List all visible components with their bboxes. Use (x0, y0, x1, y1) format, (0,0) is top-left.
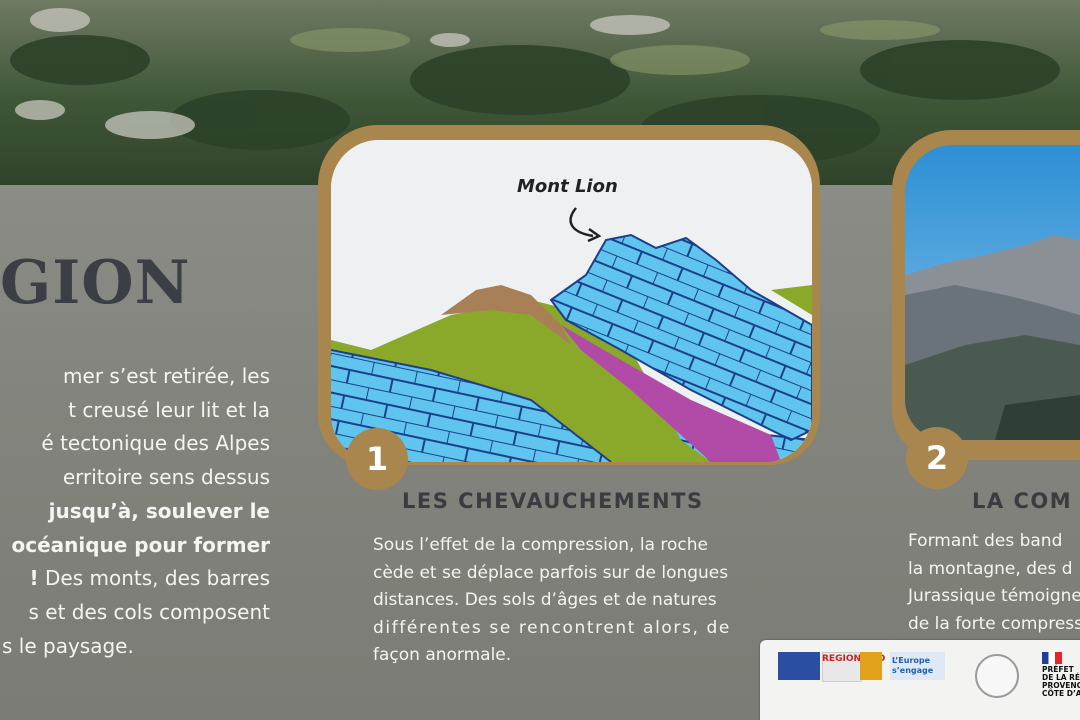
section-2-text: Formant des band la montagne, des d Jura… (908, 528, 1080, 638)
text-line: différentes se rencontrent alors, de (373, 617, 731, 638)
mountain-image (905, 145, 1080, 440)
section-1-title: LES CHEVAUCHEMENTS (402, 489, 704, 513)
french-flag-icon (1042, 652, 1062, 664)
text-fragment: Des monts, des barres (45, 566, 270, 591)
text-line: mer s’est retirée, les (63, 364, 270, 388)
text-line-bold: océanique pour former (11, 532, 270, 557)
exclamation: ! (29, 566, 39, 591)
text-line: erritoire sens dessus (62, 465, 270, 490)
section-1-text: Sous l’effet de la compression, la roche… (373, 532, 731, 670)
text-line: de la forte compress (908, 613, 1080, 634)
text-line: la montagne, des d (908, 558, 1073, 579)
text-line: é tectonique des Alpes (41, 431, 270, 456)
section-2-title: LA COM (972, 489, 1073, 513)
sponsor-logos-strip: REGION SUD L’Europe s’engage PRÉFET DE L… (760, 640, 1080, 720)
text-line: distances. Des sols d’âges et de natures (373, 590, 717, 610)
seal-logo (975, 654, 1019, 698)
text-line: cède et se déplace parfois sur de longue… (373, 562, 729, 583)
text-line-bold: jusqu’à, soulever le (48, 498, 270, 523)
prefet-line: CÔTE D’AZ (1042, 689, 1080, 698)
text-line-mixed: ! Des monts, des barres (0, 562, 270, 596)
prefet-logo-text: PRÉFET DE LA RÉG PROVENC CÔTE D’AZ (1042, 666, 1080, 698)
text-line: t creusé leur lit et la (68, 397, 270, 422)
mountain-photo-2 (905, 145, 1080, 440)
mont-lion-label: Mont Lion (517, 176, 618, 197)
section-2-number-badge: 2 (906, 427, 968, 489)
europe-engage-text: L’Europe s’engage (892, 656, 934, 675)
geology-diagram: Mont Lion (331, 140, 812, 462)
thrust-illustration: Mont Lion (331, 140, 812, 462)
text-line: Jurassique témoigne (908, 586, 1080, 606)
left-section-text: mer s’est retirée, les t creusé leur lit… (0, 360, 270, 663)
text-line: s et des cols composent (28, 599, 270, 624)
eu-flag-logo (778, 652, 820, 680)
left-section-title: GION (0, 248, 191, 318)
text-line: s le paysage. (2, 633, 134, 658)
text-line: façon anormale. (373, 645, 512, 665)
text-line: Sous l’effet de la compression, la roche (373, 535, 708, 555)
department-logo (860, 652, 882, 680)
section-1-number-badge: 1 (346, 428, 408, 490)
text-line: Formant des band (908, 531, 1063, 551)
